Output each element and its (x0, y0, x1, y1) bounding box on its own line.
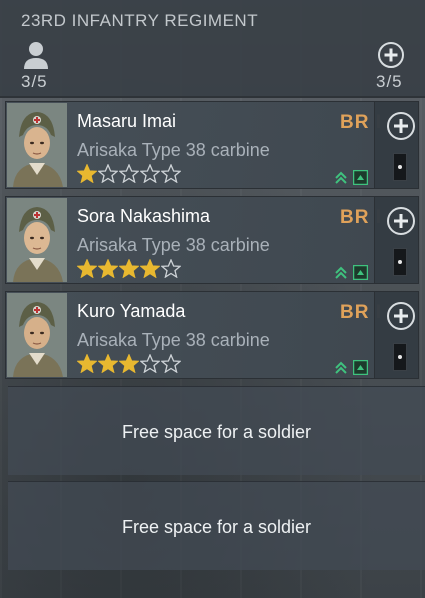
rank-up-chevron-icon (335, 171, 347, 184)
star-filled-icon (119, 354, 139, 373)
soldier-action-plus-icon[interactable] (387, 207, 415, 235)
upgrade-available-icon (353, 265, 368, 280)
capacity-count: 3/5 (376, 72, 403, 91)
star-empty-icon (98, 164, 118, 183)
star-filled-icon (98, 354, 118, 373)
rank-up-chevron-icon (335, 266, 347, 279)
rank-insignia-icon (393, 343, 407, 371)
star-empty-icon (161, 164, 181, 183)
squad-count: 3/5 (21, 72, 48, 91)
person-icon (24, 42, 48, 69)
soldier-action-plus-icon[interactable] (387, 112, 415, 140)
star-empty-icon (140, 164, 160, 183)
soldier-weapon: Arisaka Type 38 carbine (77, 140, 270, 160)
upgrade-indicators (334, 360, 368, 375)
free-slot-label: Free space for a soldier (121, 517, 312, 537)
star-filled-icon (77, 164, 97, 183)
star-empty-icon (140, 354, 160, 373)
upgrade-indicators (334, 265, 368, 280)
soldier-weapon: Arisaka Type 38 carbine (77, 235, 270, 255)
star-empty-icon (161, 354, 181, 373)
star-rating (77, 354, 181, 373)
star-filled-icon (77, 259, 97, 278)
star-filled-icon (77, 354, 97, 373)
star-empty-icon (161, 259, 181, 278)
star-empty-icon (119, 164, 139, 183)
free-slot-label: Free space for a soldier (121, 422, 312, 442)
star-filled-icon (140, 259, 160, 278)
soldier-weapon: Arisaka Type 38 carbine (77, 330, 270, 350)
soldier-name: Masaru Imai (77, 111, 177, 131)
rank-insignia-icon (393, 248, 407, 276)
soldier-name: Kuro Yamada (77, 301, 186, 321)
upgrade-indicators (334, 170, 368, 185)
soldier-name: Sora Nakashima (77, 206, 211, 226)
rank-up-chevron-icon (335, 361, 347, 374)
soldier-portrait (7, 103, 67, 187)
regiment-title: 23RD INFANTRY REGIMENT (21, 11, 259, 30)
star-filled-icon (98, 259, 118, 278)
star-filled-icon (119, 259, 139, 278)
soldier-card[interactable]: Kuro Yamada BR I Arisaka Type 38 carbine (5, 291, 419, 379)
soldier-card[interactable]: Masaru Imai BR I Arisaka Type 38 carbine (5, 101, 419, 189)
squad-header: 23RD INFANTRY REGIMENT 3/5 3/5 (0, 0, 425, 98)
free-soldier-slot[interactable]: Free space for a soldier (8, 386, 425, 475)
soldier-action-plus-icon[interactable] (387, 302, 415, 330)
soldier-card[interactable]: Sora Nakashima BR I Arisaka Type 38 carb… (5, 196, 419, 284)
free-soldier-slot[interactable]: Free space for a soldier (8, 481, 425, 570)
soldier-portrait (7, 198, 67, 282)
star-rating (77, 259, 181, 278)
add-soldier-icon[interactable] (378, 42, 404, 68)
upgrade-available-icon (353, 360, 368, 375)
star-rating (77, 164, 181, 183)
upgrade-available-icon (353, 170, 368, 185)
soldier-portrait (7, 293, 67, 377)
rank-insignia-icon (393, 153, 407, 181)
